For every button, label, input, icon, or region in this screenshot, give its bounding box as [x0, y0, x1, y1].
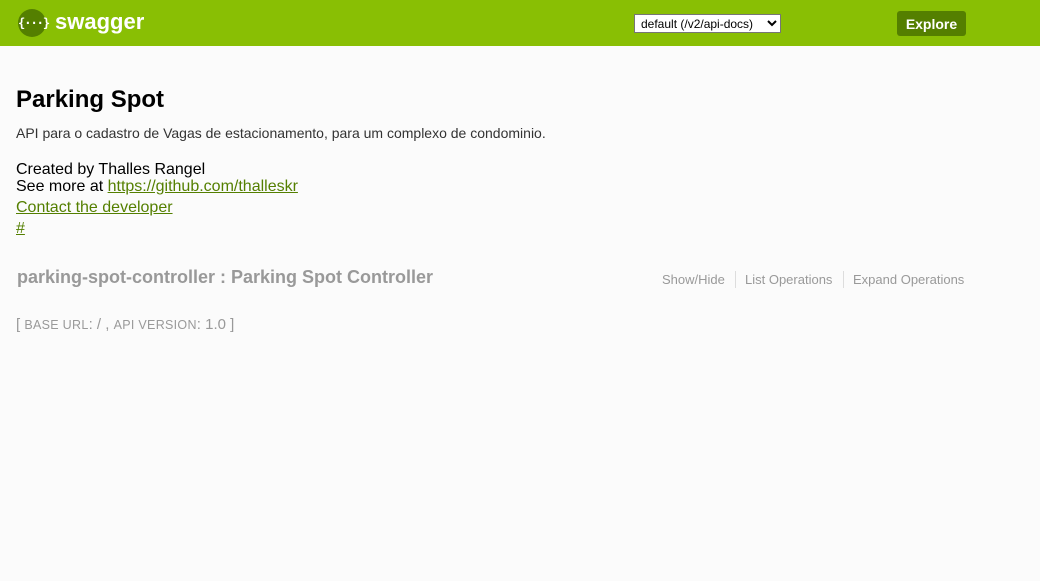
resource-title-link[interactable]: parking-spot-controller : Parking Spot C… [17, 266, 433, 288]
show-hide-link[interactable]: Show/Hide [662, 271, 725, 288]
hash-line: # [16, 220, 25, 238]
hash-link[interactable]: # [16, 220, 25, 237]
see-more-prefix: See more at [16, 178, 108, 195]
api-spec-select[interactable]: default (/v2/api-docs) [634, 14, 781, 33]
api-description: API para o cadastro de Vagas de estacion… [16, 125, 546, 141]
base-url-value: : / , [88, 316, 114, 333]
api-version-value: : 1.0 ] [196, 316, 235, 333]
contact-line: Contact the developer [16, 199, 173, 217]
api-title: Parking Spot [16, 86, 165, 113]
ops-divider [843, 271, 844, 288]
explore-button[interactable]: Explore [897, 11, 966, 36]
api-version-label: API VERSION [113, 318, 197, 332]
swagger-logo-text[interactable]: swagger [55, 8, 144, 36]
created-by-text: Created by Thalles Rangel [16, 161, 206, 178]
github-link[interactable]: https://github.com/thalleskr [108, 178, 298, 195]
contact-developer-link[interactable]: Contact the developer [16, 199, 173, 216]
ops-divider [735, 271, 736, 288]
see-more-line: See more at https://github.com/thalleskr [16, 178, 298, 195]
base-url-label: BASE URL [24, 318, 89, 332]
base-url-info: [ BASE URL: / , API VERSION: 1.0 ] [16, 316, 234, 334]
top-header: {···} swagger default (/v2/api-docs) Exp… [0, 0, 1040, 46]
swagger-logo-icon[interactable]: {···} [18, 9, 50, 37]
expand-operations-link[interactable]: Expand Operations [853, 271, 964, 288]
list-operations-link[interactable]: List Operations [745, 271, 832, 288]
